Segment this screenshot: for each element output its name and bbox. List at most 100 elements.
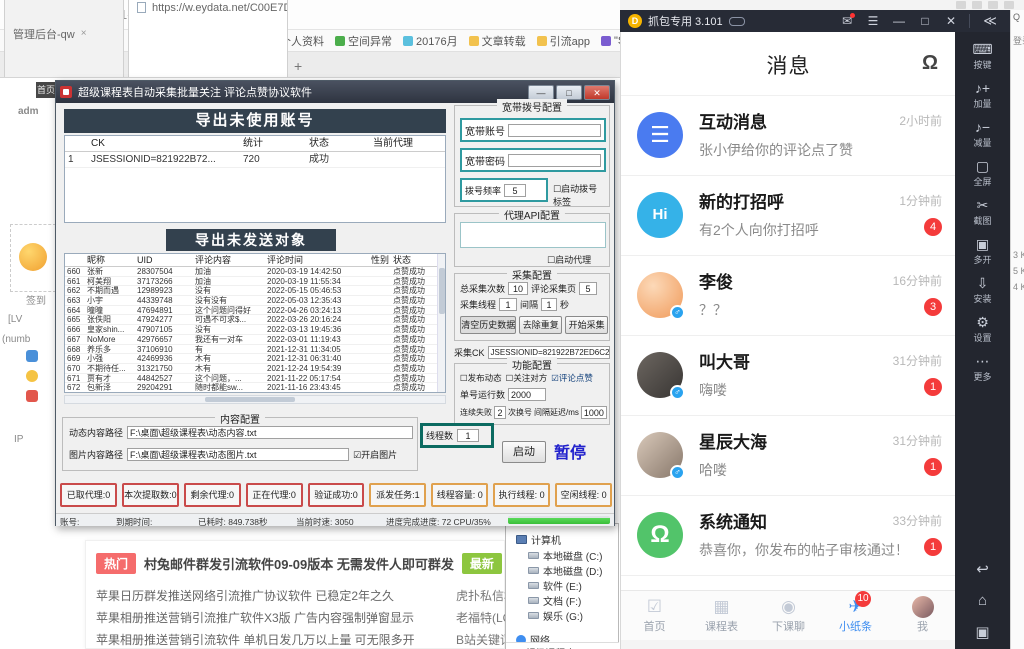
- clear-history-button[interactable]: 清空历史数据: [460, 316, 516, 334]
- drive-item[interactable]: 娱乐 (G:): [528, 608, 602, 623]
- thread-count-input[interactable]: 1: [457, 429, 479, 442]
- new-tab-button[interactable]: +: [294, 58, 302, 77]
- tab-item[interactable]: ◉ 下课聊: [755, 591, 822, 640]
- table-row[interactable]: 666 皇家shin... 47907105 没有 2022-03-13 19:…: [65, 325, 445, 335]
- chat-bubble-icon[interactable]: Ω: [922, 52, 938, 75]
- table-row[interactable]: 671 贾有才 44842527 这个问题，... 2021-11-22 05:…: [65, 374, 445, 384]
- table-row[interactable]: 663 小宇 44339748 没有没有 2022-05-03 12:35:43…: [65, 296, 445, 306]
- scrollbar-thumb[interactable]: [439, 268, 445, 314]
- sidebar-button[interactable]: ⋯ 更多: [955, 353, 1010, 383]
- message-item[interactable]: ☰ 互动消息 2小时前 张小伊给你的评论点了赞: [621, 96, 955, 176]
- sidebar-button[interactable]: ⌨ 按键: [955, 41, 1010, 71]
- follow-checkbox[interactable]: ☐关注对方: [506, 372, 548, 384]
- start-dial-checkbox[interactable]: ☐启动拨号: [553, 182, 597, 195]
- table-row[interactable]: 670 不期待任... 31321750 木有 2021-12-24 19:54…: [65, 364, 445, 374]
- pause-button[interactable]: 暂停: [554, 439, 586, 463]
- fail-count-input[interactable]: 2: [494, 406, 506, 419]
- forum-link[interactable]: 苹果日历群发推送网络引流推广协议软件 已稳定2年之久: [96, 585, 456, 607]
- table-row[interactable]: 664 曈曈 47694891 这个问题问得好 2022-04-26 03:24…: [65, 306, 445, 316]
- scrollbar-thumb[interactable]: [205, 397, 295, 402]
- drive-item[interactable]: 文档 (F:): [528, 593, 602, 608]
- sidebar-button[interactable]: ♪− 减量: [955, 119, 1010, 149]
- unused-accounts-table[interactable]: CK 统计 状态 当前代理 1 JSESSIONID=821922B72... …: [64, 135, 446, 223]
- bookmark-item[interactable]: 20176月: [403, 33, 458, 49]
- drive-item[interactable]: 本地磁盘 (D:): [528, 563, 602, 578]
- emulator-titlebar[interactable]: D 抓包专用 3.101 ✉ ☰ — □ ✕ ≪: [620, 10, 1010, 32]
- drive-item[interactable]: 本地磁盘 (C:): [528, 548, 602, 563]
- proxy-api-textarea[interactable]: [460, 222, 606, 248]
- mail-icon[interactable]: ✉: [837, 14, 857, 28]
- forum-link[interactable]: 苹果相册推送营销引流软件 单机日发几万以上量 可无限多开: [96, 629, 456, 649]
- table-row[interactable]: 668 养乐多 37106910 有 2021-12-31 11:34:05 点…: [65, 345, 445, 355]
- sidebar-button[interactable]: ✂ 截图: [955, 197, 1010, 227]
- forum-link[interactable]: 苹果相册推送营销引流推广软件X3版 广告内容强制弹窗显示: [96, 607, 456, 629]
- message-item[interactable]: Ω 系统通知 33分钟前 恭喜你，你发布的帖子审核通过！... 1: [621, 496, 955, 576]
- android-nav-button[interactable]: ⌂: [955, 592, 1010, 609]
- table-row[interactable]: 1 JSESSIONID=821922B72... 720 成功: [65, 152, 445, 168]
- minimize-button[interactable]: —: [528, 85, 554, 100]
- android-nav-button[interactable]: ↩: [955, 560, 1010, 578]
- interval-input[interactable]: 1: [541, 298, 557, 311]
- collect-thread-input[interactable]: 1: [499, 298, 517, 311]
- sidebar-button[interactable]: ⇩ 安装: [955, 275, 1010, 305]
- table-row[interactable]: 665 张佚阳 47924277 可遇不可求$... 2022-03-26 20…: [65, 315, 445, 325]
- minimize-button[interactable]: —: [889, 14, 909, 28]
- table-row[interactable]: 662 不期而遇 12989923 没有 2022-05-15 05:46:53…: [65, 286, 445, 296]
- unsent-targets-table[interactable]: 昵称 UID 评论内容 评论时间 性别 状态 660 张新 28307504 加…: [64, 253, 446, 393]
- broadband-password-input[interactable]: [508, 154, 601, 167]
- android-nav-button[interactable]: ▣: [955, 623, 1010, 641]
- side-icon: [26, 390, 38, 402]
- bookmark-item[interactable]: 引流app: [537, 33, 590, 49]
- dial-frequency-input[interactable]: 5: [504, 184, 526, 197]
- like-checkbox[interactable]: ☑评论点赞: [551, 372, 593, 384]
- table-row[interactable]: 669 小强 42469936 木有 2021-12-31 06:31:40 点…: [65, 354, 445, 364]
- maximize-button[interactable]: □: [915, 14, 935, 28]
- table-row[interactable]: 672 包新泽 29204291 随时都能sw... 2021-11-16 23…: [65, 383, 445, 393]
- comment-pages-input[interactable]: 5: [579, 282, 597, 295]
- run-count-input[interactable]: 2000: [508, 388, 546, 401]
- message-item[interactable]: ♂ 星辰大海 31分钟前 哈喽 1: [621, 416, 955, 496]
- sidebar-button[interactable]: ⚙ 设置: [955, 314, 1010, 344]
- explorer-computer-node[interactable]: 计算机: [516, 532, 561, 547]
- explorer-filename-row[interactable]: ∨超级课程表: [506, 642, 619, 649]
- tab-item[interactable]: 我: [889, 591, 955, 640]
- tab-item[interactable]: ☑ 首页: [621, 591, 688, 640]
- sidebar-button[interactable]: ♪+ 加量: [955, 80, 1010, 110]
- table-row[interactable]: 661 柯美翔 37173266 加油 2020-03-19 11:55:34 …: [65, 277, 445, 287]
- menu-icon[interactable]: ☰: [863, 14, 883, 28]
- start-collect-button[interactable]: 开始采集: [565, 316, 608, 334]
- drive-item[interactable]: 软件 (E:): [528, 578, 602, 593]
- browser-tab-admin[interactable]: 管理后台-qw×: [4, 0, 124, 77]
- bookmark-item[interactable]: "Share: [601, 35, 620, 47]
- message-item[interactable]: ♂ 叫大哥 31分钟前 嗨喽 1: [621, 336, 955, 416]
- close-button[interactable]: ✕: [941, 14, 961, 28]
- image-content-path-input[interactable]: F:\桌面\超级课程表\动态图片.txt: [127, 448, 349, 461]
- sidebar-button[interactable]: ▢ 全屏: [955, 158, 1010, 188]
- tab-item[interactable]: ▦ 课程表: [688, 591, 755, 640]
- start-proxy-checkbox[interactable]: ☐启动代理: [547, 253, 591, 266]
- table-row[interactable]: 667 NoMore 42976657 我还有一对车 2022-03-01 11…: [65, 335, 445, 345]
- delay-input[interactable]: 1000: [581, 406, 607, 419]
- broadband-account-input[interactable]: [508, 124, 601, 137]
- table-row[interactable]: 660 张新 28307504 加油 2020-03-19 14:42:50 点…: [65, 267, 445, 277]
- enable-image-checkbox[interactable]: ☑开启图片: [353, 448, 397, 461]
- maximize-button[interactable]: □: [556, 85, 582, 100]
- tab-close-icon[interactable]: ×: [81, 28, 87, 39]
- message-item[interactable]: Hi 新的打招呼 1分钟前 有2个人向你打招呼 4: [621, 176, 955, 256]
- message-item[interactable]: ♂ 李俊 16分钟前 ？？ 3: [621, 256, 955, 336]
- browser-tab-eydata[interactable]: https://w.eydata.net/C00E7D×: [128, 0, 288, 77]
- forum-hot-title[interactable]: 村兔邮件群发引流软件09-09版本 无需发件人即可群发: [144, 554, 454, 573]
- horizontal-scrollbar[interactable]: [64, 395, 446, 404]
- close-button[interactable]: ✕: [584, 85, 610, 100]
- dynamic-content-path-input[interactable]: F:\桌面\超级课程表\动态内容.txt: [127, 426, 413, 439]
- collapse-sidebar-button[interactable]: ≪: [978, 13, 1002, 29]
- dedup-button[interactable]: 去除重复: [519, 316, 562, 334]
- total-collect-input[interactable]: 10: [508, 282, 528, 295]
- publish-checkbox[interactable]: ☐发布动态: [460, 372, 502, 384]
- tab-item[interactable]: ✈ 小纸条 10: [822, 591, 889, 640]
- bookmark-item[interactable]: 文章转载: [469, 33, 526, 49]
- bookmark-item[interactable]: 空间异常: [335, 33, 392, 49]
- sidebar-button[interactable]: ▣ 多开: [955, 236, 1010, 266]
- start-button[interactable]: 启动: [502, 441, 546, 463]
- vertical-scrollbar[interactable]: [437, 254, 445, 392]
